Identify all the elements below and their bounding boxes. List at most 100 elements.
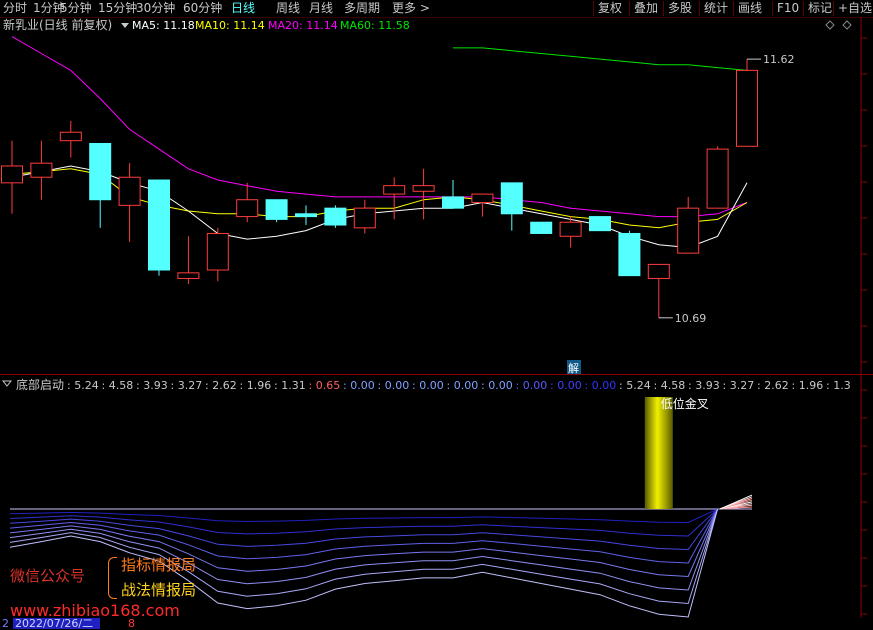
candle-body	[30, 162, 53, 178]
watermark-line1: 指标情报局	[121, 556, 197, 574]
period-tab[interactable]: 更多 >	[392, 0, 430, 17]
low-price-label: 10.69	[675, 312, 707, 325]
date-suffix: 8	[128, 617, 135, 630]
toolbar-button[interactable]: 叠加	[634, 0, 658, 17]
indicator-value: : 0.00	[447, 379, 479, 392]
watermark-bracket	[108, 557, 117, 599]
watermark-wechat: 微信公众号	[10, 567, 86, 585]
toolbar-separator	[803, 1, 804, 16]
toolbar-button[interactable]: 多股	[668, 0, 692, 17]
candle	[442, 180, 464, 209]
indicator-value: : 3.93	[688, 379, 720, 392]
candle-body	[118, 176, 141, 206]
indicator-value: : 3.27	[723, 379, 755, 392]
toolbar-button[interactable]: F10	[777, 0, 799, 17]
candle	[500, 182, 523, 231]
candle-body	[265, 199, 288, 220]
indicator-value: : 1.3	[826, 379, 851, 392]
indicator-fan-line	[9, 508, 752, 524]
candle	[471, 193, 494, 217]
indicator-value: : 0.00	[378, 379, 410, 392]
candle-body	[353, 207, 376, 229]
candle	[589, 216, 611, 232]
candle-body	[589, 216, 611, 232]
chevron-down-icon[interactable]	[121, 23, 129, 28]
ma60-line	[453, 47, 748, 71]
candle-body	[295, 213, 317, 218]
toolbar-button[interactable]: +自选	[838, 0, 872, 17]
candle	[412, 168, 435, 220]
indicator-value: : 2.62	[205, 379, 237, 392]
high-price-label: 11.62	[763, 53, 795, 66]
info-badge-text: 解	[568, 361, 579, 375]
candle	[30, 140, 53, 200]
indicator-value: : 0.00	[481, 379, 513, 392]
chevron-down-icon[interactable]	[1, 380, 13, 387]
indicator-value: : 0.00	[585, 379, 617, 392]
indicator-value: : 2.62	[757, 379, 789, 392]
candle-body	[500, 182, 523, 215]
candle	[647, 263, 670, 318]
toolbar-separator	[629, 1, 630, 16]
toolbar-button[interactable]: 标记	[808, 0, 832, 17]
candle	[618, 230, 641, 277]
candle	[59, 120, 82, 158]
period-tab[interactable]: 日线	[231, 0, 255, 17]
diamond-icon[interactable]	[842, 20, 852, 30]
candle-body	[59, 131, 82, 142]
candle	[295, 205, 317, 226]
candle-body	[236, 199, 259, 218]
candle	[206, 227, 229, 282]
candle-body	[383, 185, 406, 195]
toolbar-separator	[663, 1, 664, 16]
indicator-title: 底部启动	[16, 377, 64, 392]
toolbar-separator	[772, 1, 773, 16]
candle-body	[618, 232, 641, 277]
candle	[236, 182, 259, 223]
candle-body	[148, 179, 170, 271]
period-tab[interactable]: 月线	[309, 0, 333, 17]
toolbar-separator	[733, 1, 734, 16]
indicator-value: : 0.00	[550, 379, 582, 392]
signal-column	[644, 397, 673, 509]
indicator-value: : 5.24	[67, 379, 99, 392]
candle-body	[677, 207, 700, 254]
candle-body	[647, 263, 670, 279]
toolbar-button[interactable]: 统计	[704, 0, 728, 17]
candle-body	[530, 221, 553, 234]
period-tab[interactable]: 多周期	[344, 0, 380, 17]
candle	[177, 236, 200, 285]
indicator-value: : 0.65	[309, 379, 341, 392]
toolbar-button[interactable]: 画线	[738, 0, 762, 17]
date-label: 2022/07/26/二	[13, 618, 100, 629]
indicator-value: : 0.00	[412, 379, 444, 392]
period-tab[interactable]: 15分钟	[98, 0, 137, 17]
candle	[89, 142, 112, 228]
candle-body	[89, 142, 112, 201]
indicator-value: : 3.27	[171, 379, 203, 392]
candle-body	[736, 69, 758, 147]
top-toolbar: 分时 1分钟 5分钟 15分钟 30分钟 60分钟 日线 周线 月线 多周期 更多 > 复权 叠加 多股统…	[0, 0, 873, 17]
candle	[1, 140, 23, 214]
candle-body	[177, 272, 200, 279]
period-tab[interactable]: 5分钟	[60, 0, 92, 17]
candle	[324, 205, 347, 228]
toolbar-button[interactable]: 复权	[598, 0, 622, 17]
watermark-line2: 战法情报局	[121, 581, 197, 599]
candle	[530, 221, 553, 234]
candle	[118, 163, 141, 242]
period-tab[interactable]: 周线	[276, 0, 300, 17]
period-tab[interactable]: 60分钟	[183, 0, 222, 17]
period-tab[interactable]: 分时	[3, 0, 27, 17]
indicator-value: : 1.96	[792, 379, 824, 392]
candle-body	[442, 196, 464, 209]
candle-body	[206, 232, 229, 271]
toolbar-separator	[699, 1, 700, 16]
period-tab[interactable]: 30分钟	[136, 0, 175, 17]
diamond-icon[interactable]	[825, 20, 835, 30]
ma-legend-item: MA5: 11.18	[132, 19, 195, 32]
candle	[148, 179, 170, 276]
indicator-value: : 4.58	[654, 379, 686, 392]
candle-body	[1, 165, 23, 184]
indicator-value: : 1.31	[274, 379, 306, 392]
